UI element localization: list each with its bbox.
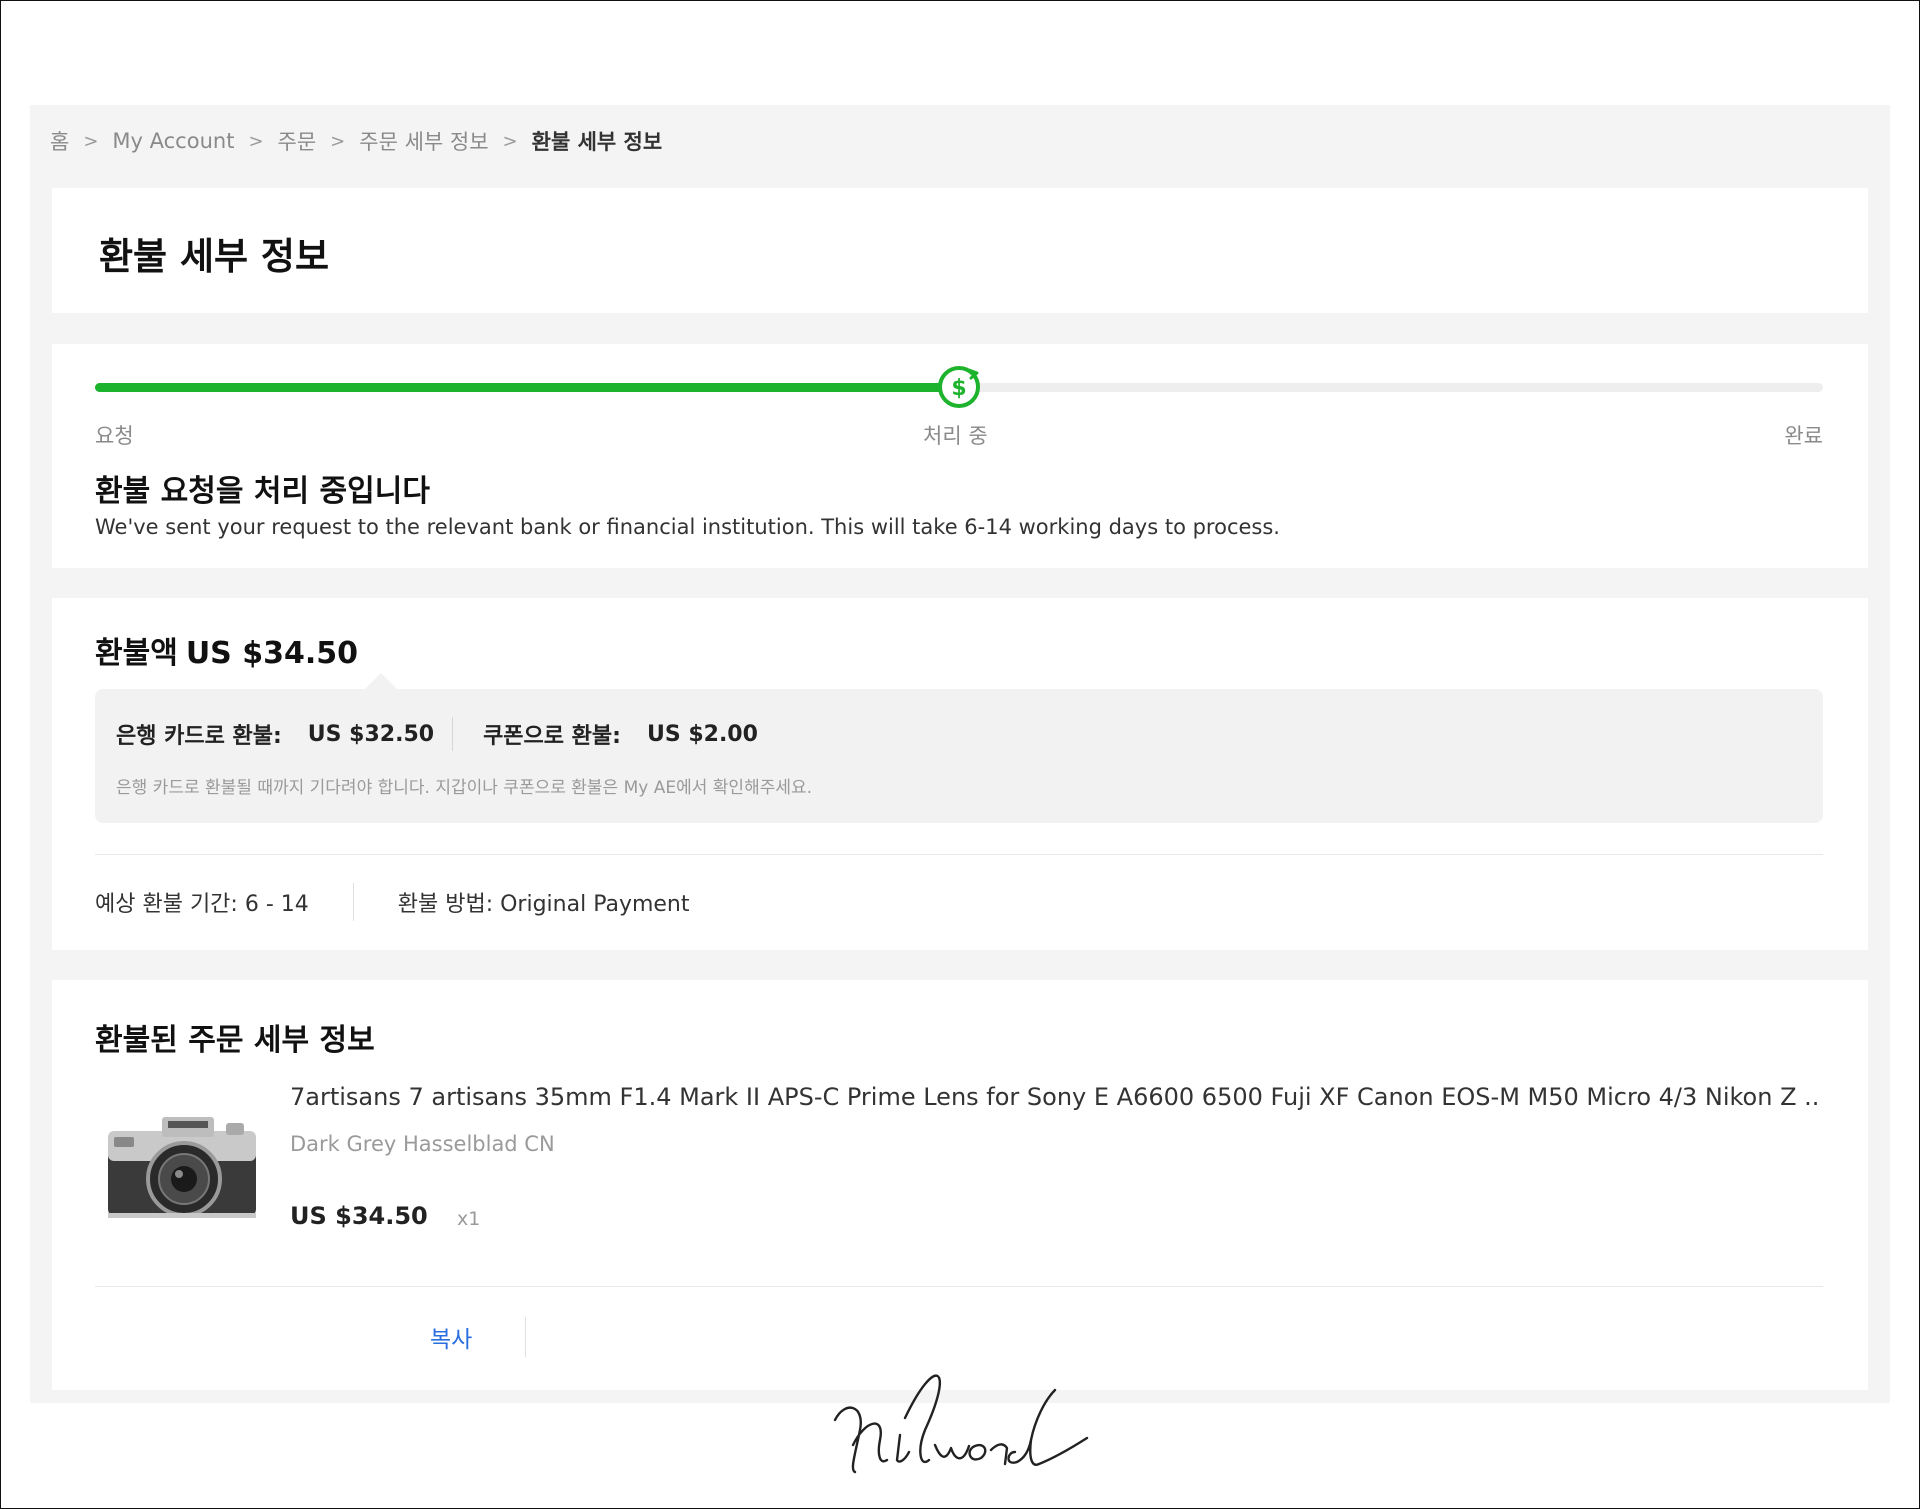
progress-description: We've sent your request to the relevant … bbox=[95, 515, 1280, 539]
breadcrumb-separator: > bbox=[83, 130, 99, 152]
copy-button[interactable]: 복사 bbox=[430, 1320, 472, 1354]
breakdown-caret bbox=[365, 673, 397, 689]
refund-progress-card: $ 요청 처리 중 완료 환불 요청을 처리 중입니다 We've sent y… bbox=[52, 344, 1868, 568]
title-card: 환불 세부 정보 bbox=[52, 188, 1868, 313]
signature-logo bbox=[833, 1374, 1089, 1474]
refund-amount-card: 환불액 US $34.50 은행 카드로 환불: US $32.50 쿠폰으로 환… bbox=[52, 598, 1868, 950]
page-title: 환불 세부 정보 bbox=[99, 235, 330, 278]
breadcrumb-separator: > bbox=[248, 130, 264, 152]
breakdown-row: 은행 카드로 환불: US $32.50 쿠폰으로 환불: US $2.00 bbox=[116, 717, 758, 751]
refund-method: 환불 방법: Original Payment bbox=[397, 892, 690, 917]
breadcrumb-home[interactable]: 홈 bbox=[50, 126, 69, 156]
breadcrumb-current: 환불 세부 정보 bbox=[531, 130, 663, 154]
bank-card-refund-amount: US $32.50 bbox=[307, 721, 435, 747]
refund-meta-row: 예상 환불 기간: 6 - 14 환불 방법: Original Payment bbox=[95, 883, 690, 921]
step-label-completed: 완료 bbox=[1784, 424, 1823, 448]
product-price: US $34.50 bbox=[290, 1202, 428, 1230]
svg-text:$: $ bbox=[951, 376, 966, 401]
breadcrumb-my-account[interactable]: My Account bbox=[112, 129, 234, 153]
camera-icon[interactable] bbox=[104, 1113, 260, 1228]
refund-amount-total: US $34.50 bbox=[185, 636, 358, 671]
section-divider bbox=[95, 1286, 1823, 1287]
action-divider bbox=[525, 1317, 526, 1357]
breadcrumb-orders[interactable]: 주문 bbox=[278, 126, 317, 156]
breadcrumb-order-details[interactable]: 주문 세부 정보 bbox=[359, 126, 488, 156]
coupon-refund-label: 쿠폰으로 환불: bbox=[483, 724, 621, 749]
breakdown-divider bbox=[452, 717, 454, 751]
breadcrumb-separator: > bbox=[330, 130, 346, 152]
progress-heading: 환불 요청을 처리 중입니다 bbox=[95, 474, 430, 509]
refunded-order-card: 환불된 주문 세부 정보 7artisans 7 artisans 35mm F… bbox=[52, 980, 1868, 1390]
refund-amount-title: 환불액 US $34.50 bbox=[95, 628, 358, 672]
refund-breakdown: 은행 카드로 환불: US $32.50 쿠폰으로 환불: US $2.00 은… bbox=[95, 673, 1823, 823]
bank-card-refund-label: 은행 카드로 환불: bbox=[116, 724, 282, 749]
section-divider bbox=[95, 854, 1823, 855]
refunded-order-title: 환불된 주문 세부 정보 bbox=[95, 1023, 375, 1058]
refund-dollar-icon: $ bbox=[938, 366, 980, 408]
step-label-processing: 처리 중 bbox=[923, 424, 988, 448]
product-quantity: x1 bbox=[457, 1208, 481, 1230]
meta-divider bbox=[352, 883, 354, 921]
step-label-requested: 요청 bbox=[95, 424, 134, 448]
refund-amount-label: 환불액 bbox=[95, 636, 178, 671]
estimated-refund-period: 예상 환불 기간: 6 - 14 bbox=[95, 892, 309, 917]
product-variant: Dark Grey Hasselblad CN bbox=[290, 1132, 555, 1156]
breadcrumb-separator: > bbox=[502, 130, 518, 152]
progress-fill bbox=[95, 383, 959, 392]
coupon-refund-amount: US $2.00 bbox=[646, 721, 758, 747]
refund-note: 은행 카드로 환불될 때까지 기다려야 합니다. 지갑이나 쿠폰으로 환불은 M… bbox=[116, 778, 813, 798]
product-title[interactable]: 7artisans 7 artisans 35mm F1.4 Mark II A… bbox=[290, 1083, 1820, 1111]
breadcrumb: 홈 > My Account > 주문 > 주문 세부 정보 > 환불 세부 정… bbox=[50, 126, 662, 156]
